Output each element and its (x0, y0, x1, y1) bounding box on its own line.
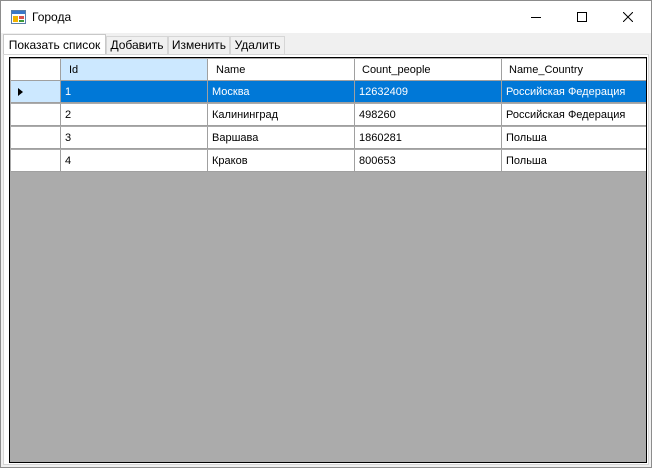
column-header-id[interactable]: Id (61, 59, 208, 81)
cell-name[interactable]: Калининград (208, 104, 355, 126)
close-button[interactable] (605, 1, 651, 33)
minimize-icon (531, 17, 541, 18)
window-title: Города (32, 10, 72, 24)
close-icon (623, 12, 633, 22)
tab-delete[interactable]: Удалить (230, 36, 285, 54)
cell-count-people[interactable]: 12632409 (355, 81, 502, 103)
cell-name-country[interactable]: Российская Федерация (502, 81, 646, 103)
column-header-name[interactable]: Name (208, 59, 355, 81)
row-header[interactable] (11, 104, 61, 126)
column-header-count-people[interactable]: Count_people (355, 59, 502, 81)
tab-show-list[interactable]: Показать список (3, 34, 106, 55)
maximize-icon (577, 12, 587, 22)
current-row-arrow-icon (18, 88, 23, 96)
cell-id[interactable]: 3 (61, 127, 208, 149)
cell-name-country[interactable]: Польша (502, 150, 646, 172)
cell-name-country[interactable]: Польша (502, 127, 646, 149)
cell-count-people[interactable]: 800653 (355, 150, 502, 172)
cell-id[interactable]: 1 (61, 81, 208, 103)
grid-corner-cell[interactable] (11, 59, 61, 81)
cell-name-country[interactable]: Российская Федерация (502, 104, 646, 126)
forms-app-icon (11, 10, 26, 24)
cell-name[interactable]: Варшава (208, 127, 355, 149)
minimize-button[interactable] (513, 1, 559, 33)
row-header[interactable] (11, 150, 61, 172)
title-bar[interactable]: Города (1, 1, 651, 33)
row-header-current[interactable] (11, 81, 61, 103)
cell-count-people[interactable]: 498260 (355, 104, 502, 126)
row-header[interactable] (11, 127, 61, 149)
cell-id[interactable]: 4 (61, 150, 208, 172)
cell-id[interactable]: 2 (61, 104, 208, 126)
cell-count-people[interactable]: 1860281 (355, 127, 502, 149)
column-header-name-country[interactable]: Name_Country (502, 59, 646, 81)
cell-name[interactable]: Москва (208, 81, 355, 103)
tab-add[interactable]: Добавить (106, 36, 168, 54)
tab-edit[interactable]: Изменить (168, 36, 230, 54)
data-grid[interactable]: Id Name Count_people Name_Country 1 Моск… (9, 57, 647, 463)
main-window: Города Показать список Добавить Изменить… (0, 0, 652, 468)
cell-name[interactable]: Краков (208, 150, 355, 172)
maximize-button[interactable] (559, 1, 605, 33)
